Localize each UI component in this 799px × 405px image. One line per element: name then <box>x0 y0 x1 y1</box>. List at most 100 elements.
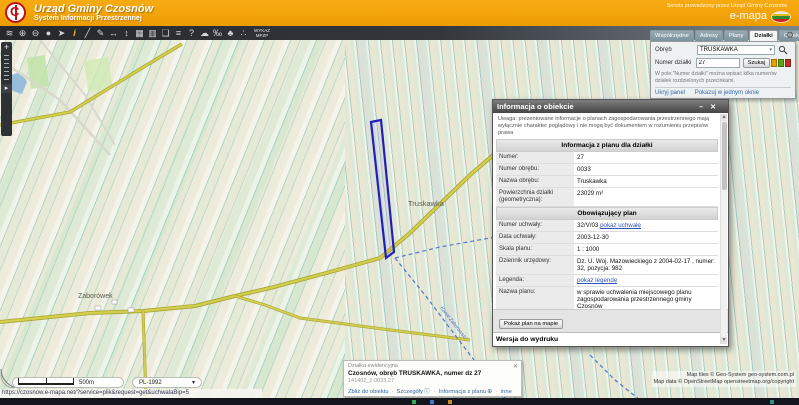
table-row: Numer obrębu:0033 <box>496 164 718 176</box>
layer-color-chip-0[interactable] <box>771 59 777 67</box>
select-pointer-icon[interactable]: ➤ <box>55 27 68 40</box>
plus-icon[interactable]: ⊕ <box>487 389 492 395</box>
emapa-brand[interactable]: e-mapa <box>730 10 767 22</box>
split-view-icon[interactable]: ▥ <box>146 27 159 40</box>
village-label-zaborowek: Zaborówek <box>78 293 113 300</box>
object-info-window: – ✕ Informacja o obiekcie Uwaga: prezent… <box>492 99 729 347</box>
identify-icon[interactable]: i <box>68 27 81 40</box>
layer-color-chip-2[interactable] <box>785 59 791 67</box>
obreb-label: Obręb <box>655 47 697 53</box>
scroll-up-icon[interactable]: ▲ <box>721 114 727 121</box>
building <box>128 308 134 312</box>
zoom-in-icon[interactable]: ⊕ <box>16 27 29 40</box>
scroll-down-icon[interactable]: ▼ <box>721 337 727 344</box>
help-icon[interactable]: ? <box>185 27 198 40</box>
tab-plany[interactable]: Plany <box>724 30 749 41</box>
info-scrollbar[interactable]: ▲ ▼ <box>720 114 727 344</box>
transparency-icon[interactable]: ▦ <box>133 27 146 40</box>
zoom-slider-tick[interactable] <box>4 55 9 56</box>
stream-dashed <box>590 355 640 398</box>
chevron-down-icon: ▾ <box>769 47 772 53</box>
forest-icon[interactable]: ♣ <box>224 27 237 40</box>
tab-adresy[interactable]: Adresy <box>695 30 723 41</box>
info-window-titlebar[interactable]: – ✕ Informacja o obiekcie <box>493 100 728 113</box>
row-link[interactable]: pokaż legendę <box>577 277 617 284</box>
scroll-thumb[interactable] <box>722 122 727 190</box>
parcel-type-label: Działka ewidencyjna <box>348 363 517 369</box>
selected-parcel-27[interactable] <box>371 120 394 258</box>
building <box>95 306 101 310</box>
pan-vertical-icon[interactable]: ↕ <box>120 27 133 40</box>
info-icon[interactable]: ⓘ <box>424 389 430 395</box>
tab-współrzędne[interactable]: Współrzędne <box>650 30 694 41</box>
section-header: Obowiązujący plan <box>496 207 718 220</box>
percent-icon[interactable]: ‰ <box>211 27 224 40</box>
table-row: Data uchwały:2003-12-30 <box>496 232 718 244</box>
hatch-layer-icon[interactable]: ≡ <box>172 27 185 40</box>
table-row: Numer uchwały:32/V/03 pokaż uchwałę <box>496 220 718 232</box>
layers-icon[interactable]: ≋ <box>3 27 16 40</box>
szukaj-button[interactable]: Szukaj <box>743 58 770 68</box>
gallery-icon[interactable]: ❏ <box>159 27 172 40</box>
building <box>112 300 117 304</box>
show-plan-on-map-button[interactable]: Pokaż plan na mapie <box>499 319 563 329</box>
numer-dzialki-label: Numer działki <box>655 60 696 66</box>
wykaz-mpzp-button[interactable]: WYKAZMPZP <box>254 28 270 38</box>
close-icon[interactable]: ✕ <box>513 363 518 370</box>
page-subtitle: System Informacji Przestrzennej <box>34 15 142 22</box>
hide-panel-link[interactable]: Ukryj panel <box>655 90 685 96</box>
road-casing <box>0 115 540 322</box>
pan-right-button[interactable]: ▸ <box>1 84 12 93</box>
parcel-popup: ✕ Działka ewidencyjna Czosnów, obręb TRU… <box>343 360 522 397</box>
search-icon[interactable] <box>778 45 788 55</box>
village-label-truskawka: Truskawka <box>408 199 445 208</box>
tab-działki[interactable]: Działki <box>749 30 777 41</box>
draw-icon[interactable]: ✎ <box>94 27 107 40</box>
info-window-body: Uwaga: prezentowane informacje o planach… <box>493 113 728 309</box>
popup-link-0[interactable]: Zbliż do obiektu <box>348 389 389 395</box>
road <box>235 296 470 340</box>
chevron-down-icon: ▾ <box>192 379 195 386</box>
table-row: Powierzchnia działki (geometryczna):2302… <box>496 188 718 207</box>
close-icon[interactable]: ✕ <box>710 104 716 111</box>
measure-line-icon[interactable]: ╱ <box>81 27 94 40</box>
crs-selector[interactable]: PL-1992 ▾ <box>132 377 202 388</box>
popup-link-2[interactable]: Informacja z planu <box>439 389 486 395</box>
cloud-download-icon[interactable]: ☁ <box>198 27 211 40</box>
parcel-popup-links: Zbliż do obiektu·Szczegółyⓘ·Informacja z… <box>348 386 517 395</box>
scale-label: 500m <box>79 380 94 386</box>
points-icon[interactable]: ∴ <box>237 27 250 40</box>
plan-warning-text: Uwaga: prezentowane informacje o planach… <box>496 115 718 139</box>
layer-color-chip-1[interactable] <box>778 59 784 67</box>
app-header: C Urząd Gminy Czosnów System Informacji … <box>0 0 799 26</box>
minimize-icon[interactable]: – <box>699 104 703 111</box>
popup-link-1[interactable]: Szczegóły <box>397 389 423 395</box>
full-extent-icon[interactable]: ● <box>42 27 55 40</box>
popup-link-3[interactable]: inne <box>501 389 512 395</box>
search-tabs: WspółrzędneAdresyPlanyDziałkiObiekty <box>650 30 796 41</box>
zoom-out-icon[interactable]: ⊖ <box>29 27 42 40</box>
single-window-link[interactable]: Pokazuj w jednym oknie <box>695 90 759 96</box>
pan-horizontal-icon[interactable]: ↔ <box>107 27 120 40</box>
main-road <box>0 115 540 322</box>
road-casing <box>235 296 470 340</box>
row-link[interactable]: pokaż uchwałę <box>600 222 641 229</box>
parcel-id: 141402_2.0033.27 <box>348 378 517 384</box>
parcel-title: Czosnów, obręb TRUSKAWKA, numer dz 27 <box>348 370 517 377</box>
service-note: Serwis prowadzony przez Urząd Gminy Czos… <box>667 3 787 9</box>
obreb-select[interactable]: TRUSKAWKA ▾ <box>697 45 775 55</box>
numer-dzialki-input[interactable] <box>696 58 740 68</box>
table-row: Nazwa obrębu:Truskawka <box>496 176 718 188</box>
browser-status-url: https://czosnow.e-mapa.net/?service=plik… <box>0 389 262 398</box>
zoom-in-button[interactable]: + <box>1 42 12 52</box>
table-row: Dziennik urzędowy:Dz. U. Woj. Mazowiecki… <box>496 256 718 275</box>
app-window: C Urząd Gminy Czosnów System Informacji … <box>0 0 799 405</box>
plan-info-table: Informacja z planu dla działkiNumer:27 N… <box>496 139 718 309</box>
page-title: Urząd Gminy Czosnów <box>34 3 153 15</box>
section-header: Informacja z planu dla działki <box>496 139 718 152</box>
os-taskbar-sliver <box>0 398 799 405</box>
settings-gear-icon[interactable]: ⚙ <box>786 30 794 41</box>
legend-chips <box>770 59 791 67</box>
print-version-link[interactable]: Wersja do wydruku <box>493 332 728 346</box>
zoom-control[interactable]: + ▸ <box>1 42 12 136</box>
